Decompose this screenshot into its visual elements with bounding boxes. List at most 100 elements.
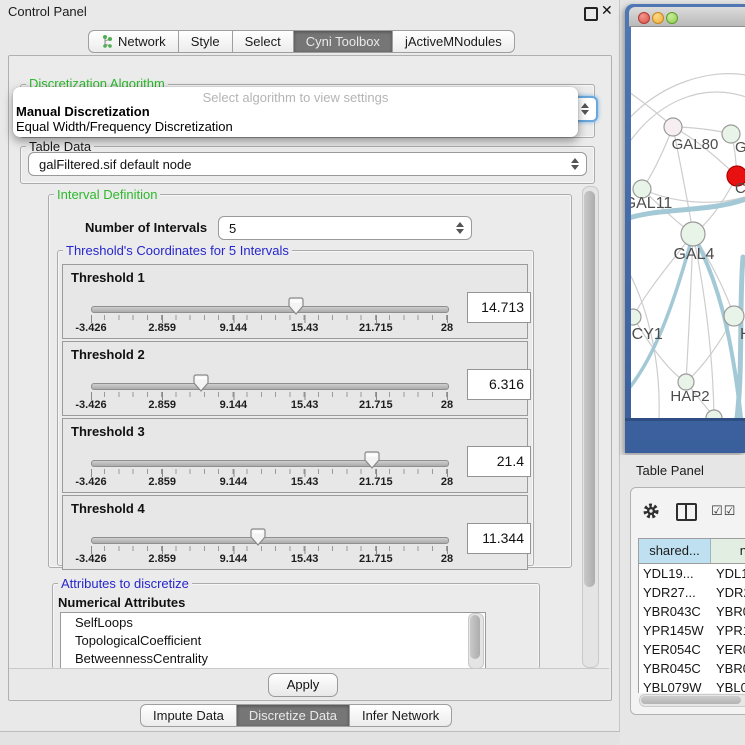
threshold-slider-track[interactable] <box>91 460 449 467</box>
table-row[interactable]: YPR145W YPR1 <box>639 621 745 640</box>
column-header-name[interactable]: n <box>711 539 745 563</box>
tab-jactivemnodules[interactable]: jActiveMNodules <box>393 30 515 53</box>
zoom-traffic-light-icon[interactable] <box>666 12 678 24</box>
threshold-value-field[interactable]: 14.713 <box>467 292 531 323</box>
bottom-tab-bar: Impute Data Discretize Data Infer Networ… <box>140 704 452 727</box>
network-node-gal4[interactable] <box>681 222 705 246</box>
tab-style[interactable]: Style <box>179 30 233 53</box>
network-node[interactable] <box>706 410 722 418</box>
table-row[interactable]: YBR045C YBR0 <box>639 659 745 678</box>
table-horizontal-scrollbar-thumb[interactable] <box>641 696 741 704</box>
combo-stepper-icon <box>570 158 580 170</box>
table-header-row: shared... n <box>639 539 745 564</box>
network-icon <box>101 35 113 48</box>
node-table[interactable]: shared... n YDL19... YDL1 YDR27... YDR2 … <box>638 538 745 693</box>
tab-label: Cyni Toolbox <box>306 31 380 52</box>
threshold-slider-track[interactable] <box>91 537 449 544</box>
close-traffic-light-icon[interactable] <box>638 12 650 24</box>
table-row[interactable]: YDL19... YDL1 <box>639 564 745 583</box>
name-cell[interactable]: YPR1 <box>711 621 745 640</box>
name-cell[interactable]: YER0 <box>711 640 745 659</box>
split-columns-icon[interactable] <box>676 503 697 521</box>
threshold-item: Threshold 2 -3.4262.8599.14415.4321.7152… <box>62 341 528 416</box>
shared-name-cell[interactable]: YDR27... <box>639 583 711 602</box>
tab-network[interactable]: Network <box>88 30 179 53</box>
column-header-shared-name[interactable]: shared... <box>639 539 711 563</box>
attribute-list-item[interactable]: TopologicalCoefficient <box>61 631 485 649</box>
dropdown-option-equal-width[interactable]: Equal Width/Frequency Discretization <box>16 119 233 134</box>
name-cell[interactable]: YDR2 <box>711 583 745 602</box>
numerical-attributes-label: Numerical Attributes <box>58 595 185 610</box>
network-node-gcy1[interactable] <box>631 309 641 325</box>
tick-label: 21.715 <box>359 399 393 411</box>
node-label: GAL4 <box>674 246 715 263</box>
number-of-intervals-combobox[interactable]: 5 <box>218 216 472 240</box>
number-of-intervals-value: 5 <box>229 221 455 236</box>
tick-label: 21.715 <box>359 322 393 334</box>
network-canvas[interactable]: GAL80GACGAL11GAL4GCY1HHAP2 <box>631 27 745 418</box>
threshold-slider-track[interactable] <box>91 383 449 390</box>
table-row[interactable]: YDR27... YDR2 <box>639 583 745 602</box>
float-window-icon[interactable] <box>584 7 598 21</box>
checked-checkbox-icons[interactable]: ☑☑ <box>711 503 736 519</box>
table-data-combobox-value: galFiltered.sif default node <box>39 157 570 172</box>
shared-name-cell[interactable]: YBR045C <box>639 659 711 678</box>
tick-label: 9.144 <box>220 399 248 411</box>
apply-button[interactable]: Apply <box>268 673 338 697</box>
gear-icon[interactable] <box>642 502 660 520</box>
node-label: GAL11 <box>631 195 672 212</box>
close-icon[interactable]: ✕ <box>601 2 613 19</box>
dropdown-option-manual[interactable]: Manual Discretization <box>16 104 150 119</box>
attribute-list-scrollbar-thumb[interactable] <box>470 615 480 659</box>
attribute-list-item[interactable]: BetweennessCentrality <box>61 649 485 667</box>
tab-discretize-data[interactable]: Discretize Data <box>237 704 350 727</box>
tab-label: Select <box>245 31 281 52</box>
shared-name-cell[interactable]: YBR043C <box>639 602 711 621</box>
shared-name-cell[interactable]: YBL079W <box>639 678 711 693</box>
tick-label: 21.715 <box>359 476 393 488</box>
tick-label: 9.144 <box>220 553 248 565</box>
tab-select[interactable]: Select <box>233 30 294 53</box>
threshold-value-field[interactable]: 11.344 <box>467 523 531 554</box>
threshold-item: Threshold 1 -3.4262.8599.14415.4321.7152… <box>62 264 528 339</box>
tab-label: Impute Data <box>153 705 224 726</box>
tab-infer-network[interactable]: Infer Network <box>350 704 452 727</box>
tab-impute-data[interactable]: Impute Data <box>140 704 237 727</box>
threshold-slider-thumb[interactable] <box>364 451 380 469</box>
dropdown-prompt: Select algorithm to view settings <box>13 90 578 105</box>
tab-cyni-toolbox[interactable]: Cyni Toolbox <box>294 30 393 53</box>
threshold-value-field[interactable]: 21.4 <box>467 446 531 477</box>
threshold-slider-thumb[interactable] <box>250 528 266 546</box>
name-cell[interactable]: YBR0 <box>711 602 745 621</box>
threshold-slider-track[interactable] <box>91 306 449 313</box>
threshold-value-field[interactable]: 6.316 <box>467 369 531 400</box>
threshold-slider-thumb[interactable] <box>193 374 209 392</box>
shared-name-cell[interactable]: YDL19... <box>639 564 711 583</box>
name-cell[interactable]: YDL1 <box>711 564 745 583</box>
threshold-slider-thumb[interactable] <box>288 297 304 315</box>
table-row[interactable]: YBR043C YBR0 <box>639 602 745 621</box>
node-label: C <box>735 180 745 197</box>
panel-scrollbar-thumb[interactable] <box>584 191 595 587</box>
name-cell[interactable]: YBL0 <box>711 678 745 693</box>
name-cell[interactable]: YBR0 <box>711 659 745 678</box>
minimize-traffic-light-icon[interactable] <box>652 12 664 24</box>
attribute-list-item[interactable]: SelfLoops <box>61 613 485 631</box>
table-data-combobox[interactable]: galFiltered.sif default node <box>28 152 587 176</box>
shared-name-cell[interactable]: YPR145W <box>639 621 711 640</box>
network-window-titlebar[interactable] <box>629 7 745 27</box>
combo-stepper-icon <box>580 103 590 115</box>
shared-name-cell[interactable]: YER054C <box>639 640 711 659</box>
tick-label: 15.43 <box>291 399 319 411</box>
tick-label: 15.43 <box>291 476 319 488</box>
threshold-list: Threshold 1 -3.4262.8599.14415.4321.7152… <box>62 264 528 572</box>
tick-label: -3.426 <box>75 322 106 334</box>
tick-label: -3.426 <box>75 399 106 411</box>
table-row[interactable]: YER054C YER0 <box>639 640 745 659</box>
network-node-gal80[interactable] <box>664 118 682 136</box>
table-row[interactable]: YBL079W YBL0 <box>639 678 745 693</box>
numerical-attributes-list[interactable]: SelfLoopsTopologicalCoefficientBetweenne… <box>60 612 486 670</box>
network-node-h[interactable] <box>724 306 744 326</box>
node-label: GA <box>735 139 745 156</box>
tick-label: 2.859 <box>148 322 176 334</box>
